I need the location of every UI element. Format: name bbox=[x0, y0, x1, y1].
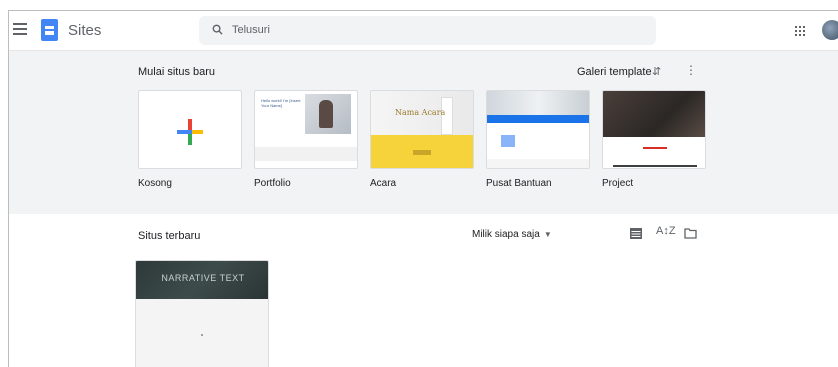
more-vert-icon[interactable]: ⋮ bbox=[685, 63, 697, 77]
template-gallery-button[interactable]: Galeri template bbox=[577, 66, 652, 78]
template-label-pusat-bantuan: Pusat Bantuan bbox=[486, 178, 552, 189]
pusat-thumb-footer bbox=[487, 159, 589, 168]
search-icon bbox=[212, 24, 223, 35]
acara-thumb-title: Nama Acara bbox=[395, 108, 446, 117]
project-thumb-line bbox=[613, 165, 697, 167]
template-heading: Mulai situs baru bbox=[138, 66, 216, 78]
portfolio-thumb-image bbox=[305, 94, 351, 134]
template-card-pusat-bantuan[interactable] bbox=[486, 90, 590, 169]
google-apps-icon[interactable] bbox=[795, 26, 805, 36]
owner-filter-label: Milik siapa saja bbox=[472, 229, 540, 240]
unfold-icon[interactable]: ⇵ bbox=[652, 65, 661, 78]
template-label-portfolio: Portfolio bbox=[254, 178, 291, 189]
site-preview-body bbox=[136, 299, 268, 367]
template-label-project: Project bbox=[602, 178, 634, 189]
site-preview-dot bbox=[201, 334, 203, 336]
template-section: Mulai situs baru Galeri template ⇵ ⋮ Kos… bbox=[9, 51, 838, 214]
template-label-kosong: Kosong bbox=[138, 178, 172, 189]
template-card-portfolio[interactable]: Hello world! I'm [Insert Your Name] bbox=[254, 90, 358, 169]
site-banner: NARRATIVE TEXT bbox=[136, 261, 268, 299]
pusat-thumb-tile bbox=[501, 135, 515, 147]
portfolio-thumb-footer bbox=[255, 147, 357, 161]
template-card-acara[interactable]: Nama Acara bbox=[370, 90, 474, 169]
search-input[interactable]: Telusuri bbox=[199, 16, 656, 45]
avatar[interactable] bbox=[822, 20, 838, 40]
pusat-thumb-bar bbox=[487, 115, 589, 123]
owner-filter-dropdown[interactable]: Milik siapa saja ▼ bbox=[472, 229, 552, 240]
sort-az-icon[interactable]: A↕Z bbox=[656, 225, 676, 237]
portfolio-thumb-text: Hello world! I'm [Insert Your Name] bbox=[261, 98, 301, 108]
top-bar: Sites Telusuri bbox=[9, 11, 838, 51]
recent-site-card[interactable]: NARRATIVE TEXT bbox=[135, 260, 269, 367]
acara-thumb-button bbox=[413, 150, 431, 155]
project-thumb-hero bbox=[603, 91, 705, 137]
main-menu-icon[interactable] bbox=[13, 23, 27, 35]
app-name[interactable]: Sites bbox=[68, 22, 101, 39]
folder-icon[interactable] bbox=[684, 228, 697, 239]
pusat-thumb-hero bbox=[487, 91, 589, 115]
recent-sites-heading: Situs terbaru bbox=[138, 230, 201, 242]
sites-logo-icon[interactable] bbox=[41, 19, 58, 41]
template-card-project[interactable] bbox=[602, 90, 706, 169]
template-label-acara: Acara bbox=[370, 178, 397, 189]
list-view-icon[interactable] bbox=[630, 228, 642, 239]
caret-down-icon: ▼ bbox=[543, 230, 552, 239]
app-window: Sites Telusuri Mulai situs baru Galeri t… bbox=[8, 10, 838, 367]
template-card-kosong[interactable] bbox=[138, 90, 242, 169]
project-thumb-accent bbox=[643, 147, 667, 149]
search-placeholder: Telusuri bbox=[232, 24, 270, 36]
plus-icon bbox=[177, 119, 203, 145]
site-title: NARRATIVE TEXT bbox=[161, 273, 245, 283]
